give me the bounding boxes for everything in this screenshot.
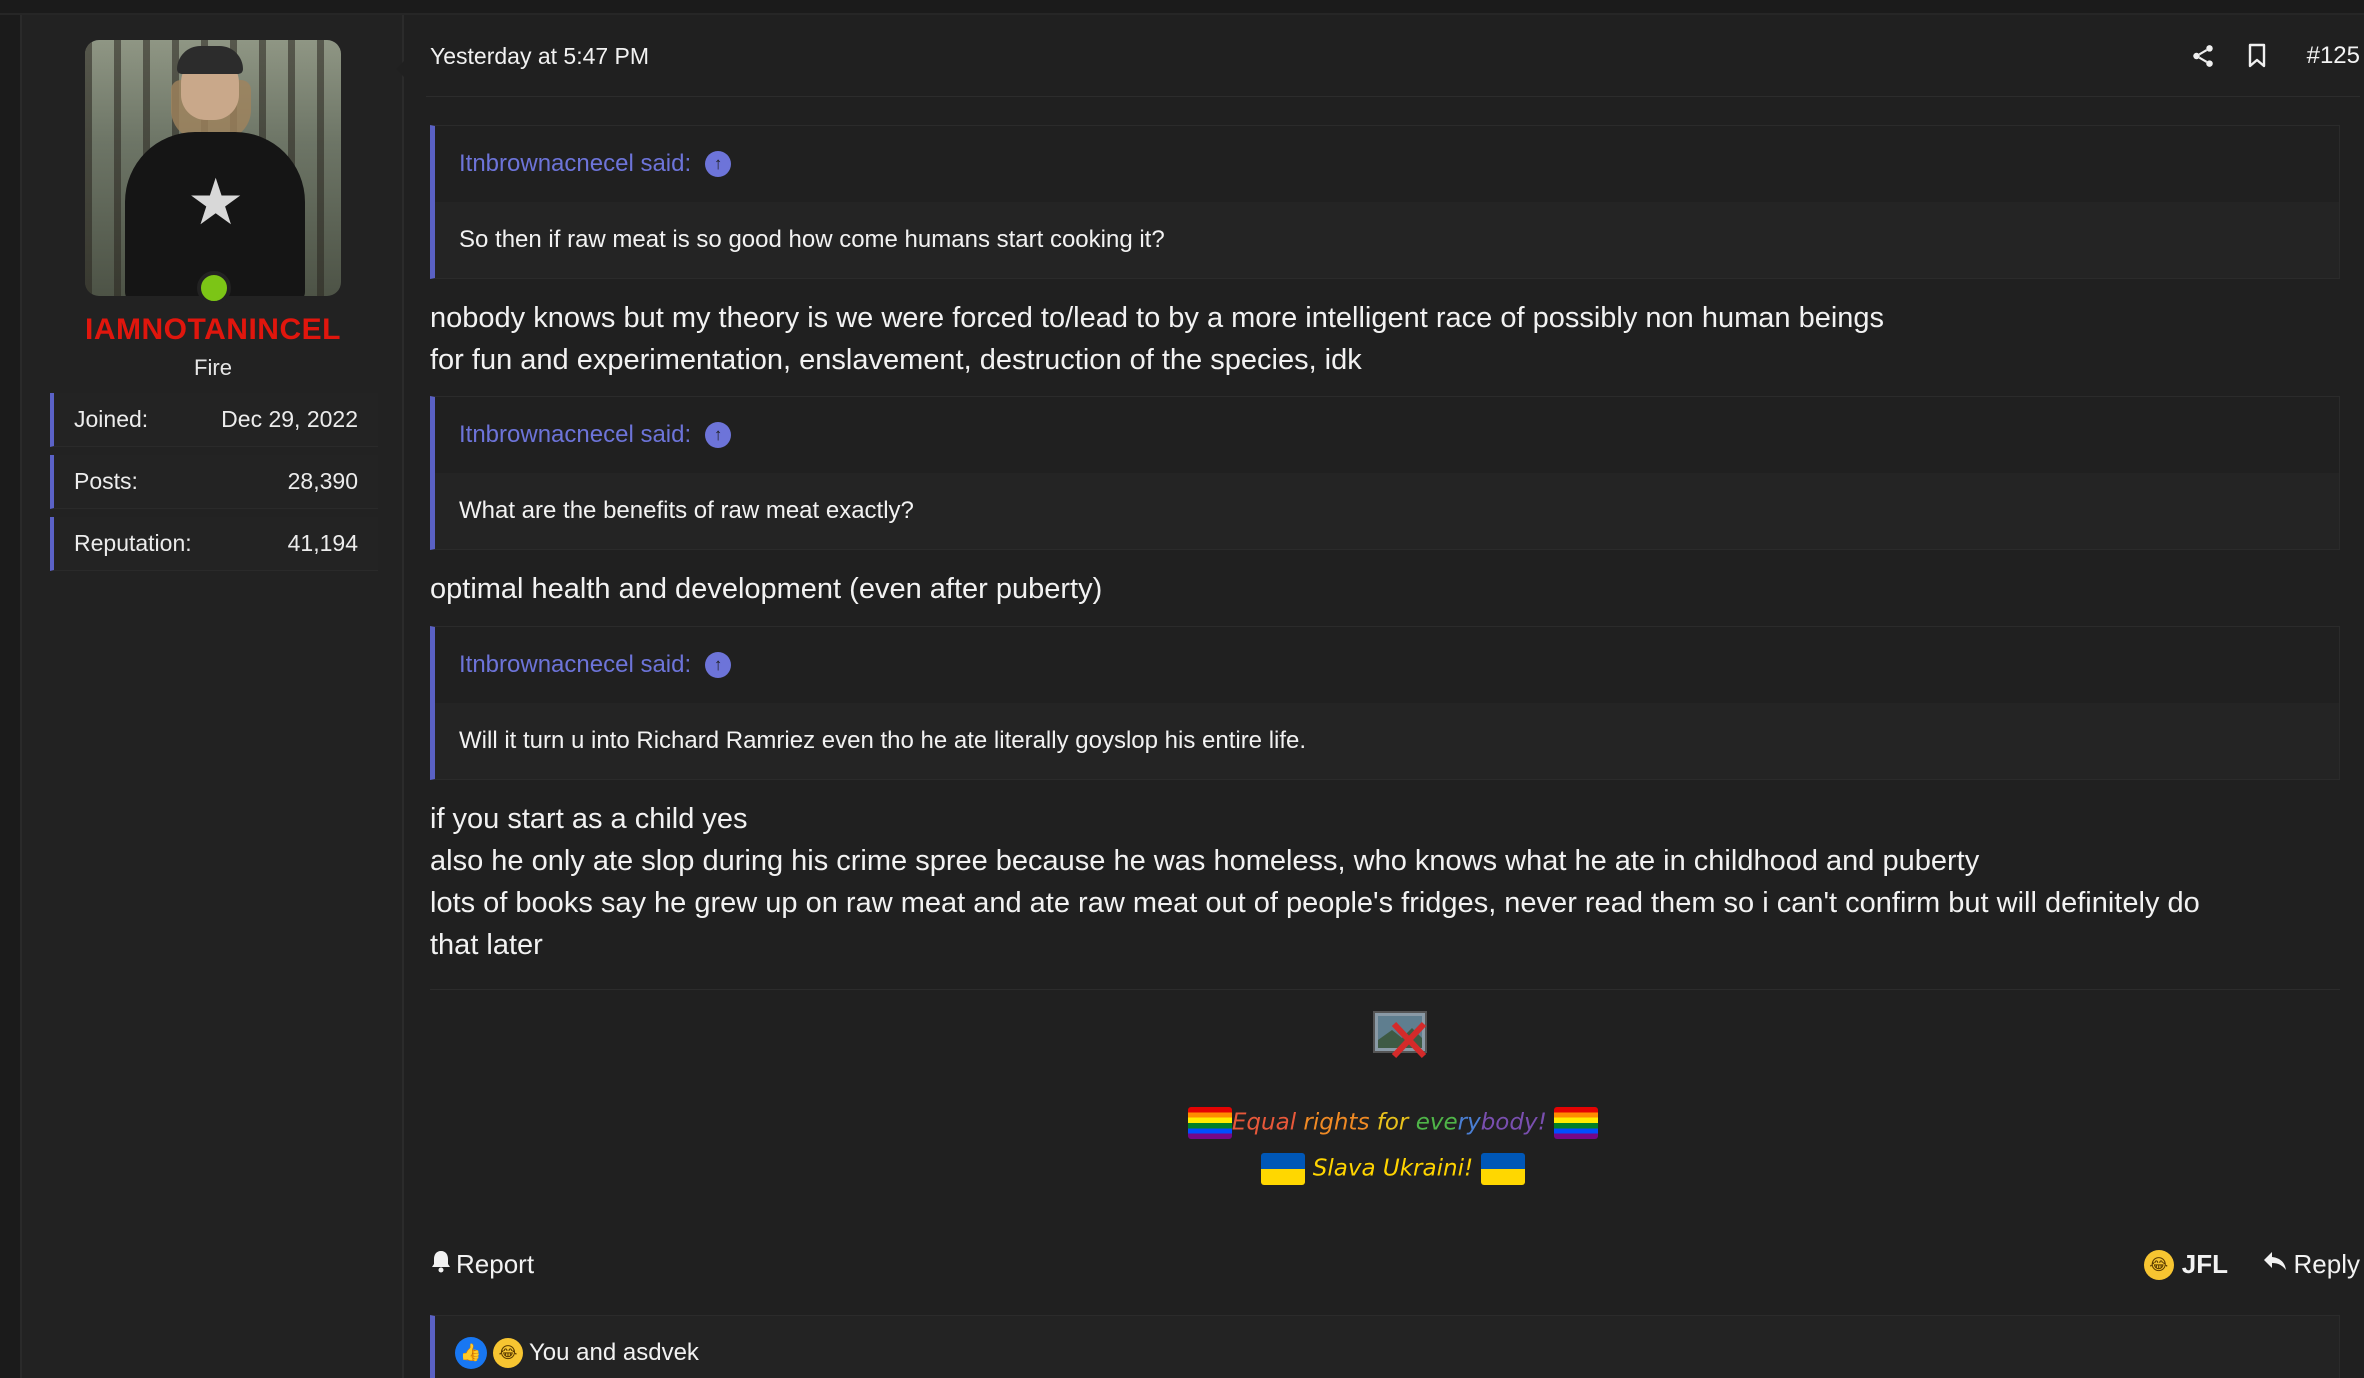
post-actions: Report 😂 JFL Reply: [426, 1243, 2360, 1287]
post-timestamp[interactable]: Yesterday at 5:47 PM: [430, 43, 649, 70]
stat-posts: Posts: 28,390: [50, 455, 378, 509]
username-link[interactable]: IAMNOTANINCEL: [22, 313, 404, 347]
reply-text-2: optimal health and development (even aft…: [430, 568, 2350, 610]
stat-label: Reputation:: [74, 530, 192, 556]
post-header: Yesterday at 5:47 PM #125: [426, 15, 2360, 97]
quote-author[interactable]: Itnbrownacnecel said:: [459, 150, 691, 178]
rainbow-flag-icon: [1187, 1107, 1232, 1139]
signature-word: ry: [1457, 1109, 1481, 1136]
share-icon[interactable]: [2186, 39, 2220, 73]
stat-reputation: Reputation: 41,194: [50, 517, 378, 571]
text-line: that later: [430, 929, 543, 961]
crying-laughing-icon: 😂: [493, 1338, 523, 1368]
jump-to-quote-icon[interactable]: ↑: [705, 151, 732, 177]
report-button[interactable]: Report: [430, 1249, 534, 1280]
text-line: also he only ate slop during his crime s…: [430, 845, 1980, 877]
top-divider: [0, 0, 2364, 15]
like-icon: 👍: [455, 1337, 487, 1369]
jump-to-quote-icon[interactable]: ↑: [705, 652, 732, 678]
crying-laughing-icon: 😂: [2143, 1249, 2174, 1280]
signature-line-2: Slava Ukraini!: [426, 1153, 2360, 1185]
quote-text: So then if raw meat is so good how come …: [435, 202, 2339, 278]
rainbow-flag-icon: [1554, 1107, 1599, 1139]
bookmark-icon[interactable]: [2240, 39, 2274, 73]
signature-word: eve: [1415, 1109, 1458, 1136]
jump-to-quote-icon[interactable]: ↑: [705, 422, 732, 448]
reply-text-1: nobody knows but my theory is we were fo…: [430, 297, 2350, 381]
quote-text: What are the benefits of raw meat exactl…: [435, 473, 2339, 549]
post-main: Yesterday at 5:47 PM #125 Itnbrownacnece…: [426, 15, 2360, 1378]
text-line: if you start as a child yes: [430, 803, 748, 835]
avatar[interactable]: ★: [85, 40, 341, 296]
quote-text: Will it turn u into Richard Ramriez even…: [435, 703, 2339, 779]
quote-author[interactable]: Itnbrownacnecel said:: [459, 651, 691, 679]
stat-label: Joined:: [74, 406, 149, 432]
text-line: for fun and experimentation, enslavement…: [430, 344, 1362, 376]
online-status-indicator: [197, 271, 231, 305]
text-line: nobody knows but my theory is we were fo…: [430, 302, 1885, 334]
reactions-text[interactable]: You and asdvek: [529, 1339, 699, 1367]
post-pointer-arrow: [396, 55, 410, 83]
signature-word: body!: [1480, 1109, 1547, 1136]
quote-header[interactable]: Itnbrownacnecel said: ↑: [435, 627, 2339, 703]
signature-line-1: Equal rights for everybody!: [426, 1107, 2360, 1139]
quote-block: Itnbrownacnecel said: ↑ What are the ben…: [430, 396, 2340, 550]
reply-text-3: if you start as a child yes also he only…: [430, 798, 2350, 966]
signature-word: Equal: [1231, 1109, 1304, 1136]
text-line: lots of books say he grew up on raw meat…: [430, 887, 2200, 919]
ukraine-flag-icon: [1261, 1153, 1306, 1185]
jfl-label: JFL: [2181, 1249, 2228, 1279]
avatar-hat: [177, 46, 243, 74]
user-title: Fire: [194, 355, 232, 380]
signature-slogan: Slava Ukraini!: [1312, 1155, 1474, 1182]
quote-author[interactable]: Itnbrownacnecel said:: [459, 421, 691, 449]
user-sidebar: ★ IAMNOTANINCEL Fire Joined: Dec 29, 202…: [22, 15, 404, 1378]
stat-value: Dec 29, 2022: [221, 406, 358, 432]
signature-word: for: [1376, 1109, 1416, 1136]
post-number-link[interactable]: #125: [2307, 42, 2360, 70]
quote-block: Itnbrownacnecel said: ↑ So then if raw m…: [430, 125, 2340, 279]
stat-value[interactable]: 28,390: [288, 468, 358, 495]
signature-word: rights: [1303, 1109, 1377, 1136]
page: ★ IAMNOTANINCEL Fire Joined: Dec 29, 202…: [0, 0, 2364, 1378]
post-container: ★ IAMNOTANINCEL Fire Joined: Dec 29, 202…: [20, 15, 2364, 1378]
stat-joined: Joined: Dec 29, 2022: [50, 393, 378, 447]
avatar-star-icon: ★: [187, 166, 245, 238]
reactions-summary[interactable]: 👍 😂 You and asdvek: [430, 1315, 2340, 1378]
text-line: optimal health and development (even aft…: [430, 573, 1103, 605]
ukraine-flag-icon: [1480, 1153, 1525, 1185]
report-label: Report: [456, 1249, 535, 1279]
bell-icon: [430, 1249, 452, 1280]
reply-arrow-icon: [2262, 1249, 2288, 1280]
quote-block: Itnbrownacnecel said: ↑ Will it turn u i…: [430, 626, 2340, 780]
reply-label: Reply: [2293, 1249, 2360, 1279]
jfl-reaction-button[interactable]: 😂 JFL: [2143, 1249, 2228, 1280]
stat-label: Posts:: [74, 468, 138, 494]
quote-header[interactable]: Itnbrownacnecel said: ↑: [435, 397, 2339, 473]
quote-header[interactable]: Itnbrownacnecel said: ↑: [435, 126, 2339, 202]
signature-divider: [430, 989, 2340, 990]
stat-value: 41,194: [287, 530, 358, 556]
broken-image-icon: [1372, 1008, 1432, 1060]
reply-button[interactable]: Reply: [2262, 1249, 2360, 1280]
